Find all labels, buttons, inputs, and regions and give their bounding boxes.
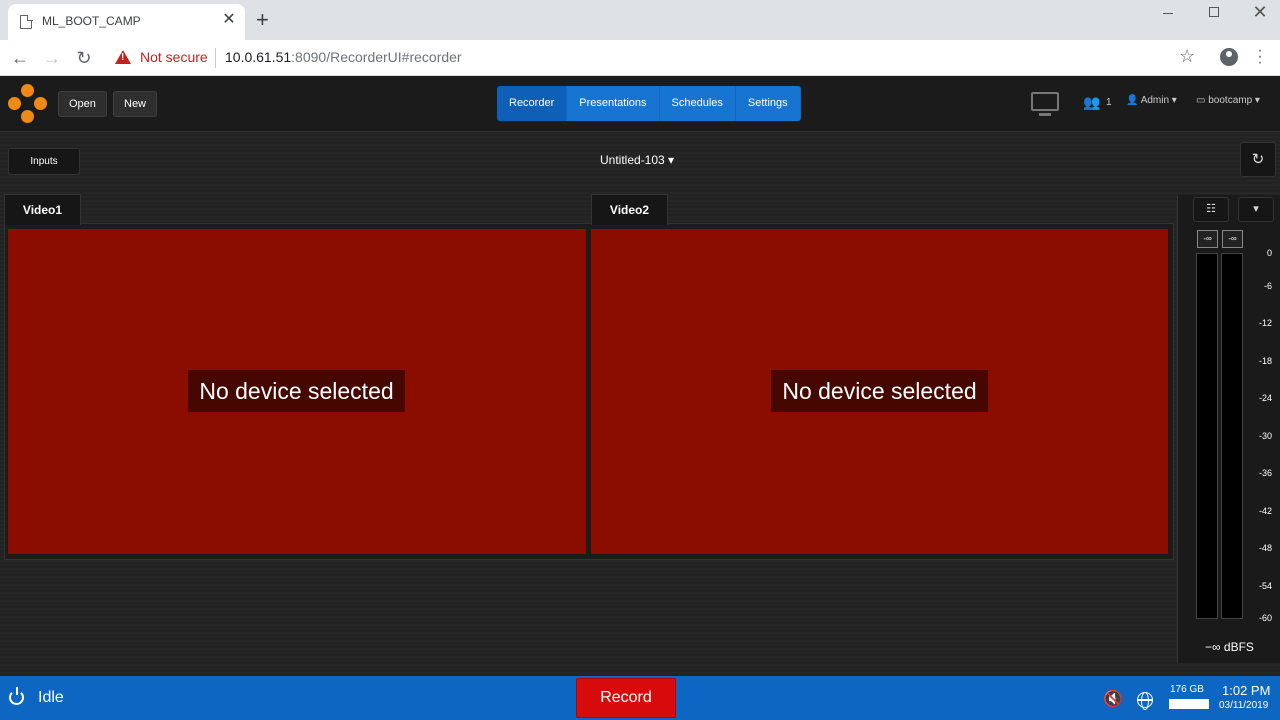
no-device-message: No device selected (771, 370, 988, 412)
video2-preview[interactable]: No device selected (591, 229, 1168, 554)
clock-date: 03/11/2019 (1219, 700, 1269, 711)
session-title-dropdown[interactable]: Untitled-103 ▾ (600, 153, 674, 167)
workspace-label: bootcamp ▾ (1208, 95, 1260, 106)
scale-tick: -24 (1258, 393, 1272, 403)
users-count[interactable]: 1 (1106, 97, 1112, 108)
tab-recorder[interactable]: Recorder (497, 86, 568, 121)
scale-tick: -12 (1258, 318, 1272, 328)
back-button[interactable]: ← (9, 47, 31, 69)
browser-tabstrip: ML_BOOT_CAMP ✕ + ✕ (0, 0, 1280, 40)
scale-tick: -54 (1258, 581, 1272, 591)
url-separator (215, 48, 216, 68)
scale-tick: -36 (1258, 468, 1272, 478)
peak-right: -∞ (1222, 230, 1243, 248)
user-label: Admin ▾ (1140, 95, 1177, 106)
app-logo (8, 84, 48, 124)
mute-icon[interactable]: 🔇 (1103, 689, 1123, 709)
monitor-icon[interactable] (1031, 92, 1059, 116)
audio-meter-panel: ☷ ▾ -∞ -∞ 0 -6 -12 -18 -24 -30 -36 -42 -… (1177, 195, 1280, 663)
refresh-button[interactable]: ↻ (1240, 142, 1276, 177)
workspace-menu[interactable]: ▭ bootcamp ▾ (1196, 95, 1260, 106)
tab-presentations[interactable]: Presentations (567, 86, 660, 121)
address-bar[interactable]: 10.0.61.51:8090/RecorderUI#recorder (225, 49, 462, 65)
users-icon[interactable]: 👥 (1083, 94, 1100, 111)
scale-tick: -30 (1258, 431, 1272, 441)
audio-dropdown-button[interactable]: ▾ (1238, 197, 1274, 222)
forward-button[interactable]: → (41, 47, 63, 69)
inputs-button[interactable]: Inputs (8, 148, 80, 175)
scale-tick: -48 (1258, 543, 1272, 553)
status-bar: Idle Record 🔇 176 GB 1:02 PM 03/11/2019 (0, 676, 1280, 720)
clock-time: 1:02 PM (1222, 683, 1271, 698)
globe-icon[interactable] (1137, 691, 1153, 710)
security-label[interactable]: Not secure (140, 49, 208, 65)
account-icon[interactable] (1220, 48, 1238, 66)
tab-schedules[interactable]: Schedules (659, 86, 736, 121)
tab-title: ML_BOOT_CAMP (42, 14, 141, 28)
maximize-button[interactable] (1191, 2, 1237, 30)
browser-menu-icon[interactable]: · · · (1254, 43, 1266, 71)
no-device-message: No device selected (188, 370, 405, 412)
browser-toolbar: ← → ↻ Not secure 10.0.61.51:8090/Recorde… (0, 40, 1280, 76)
tab-video2[interactable]: Video2 (591, 194, 668, 225)
scale-tick: 0 (1266, 248, 1272, 258)
scale-tick: -60 (1258, 613, 1272, 623)
record-button[interactable]: Record (576, 678, 676, 718)
power-icon[interactable] (9, 687, 24, 705)
reload-button[interactable]: ↻ (73, 47, 95, 69)
video1-preview[interactable]: No device selected (8, 229, 586, 554)
scale-tick: -6 (1263, 281, 1272, 291)
disk-usage-bar (1169, 699, 1209, 709)
close-tab-icon[interactable]: ✕ (221, 12, 237, 28)
new-button[interactable]: New (113, 91, 158, 117)
app-header: Open New Recorder Presentations Schedule… (0, 76, 1280, 132)
url-host: 10.0.61.51 (225, 49, 292, 65)
user-menu[interactable]: 👤 Admin ▾ (1126, 95, 1177, 106)
peak-left: -∞ (1197, 230, 1218, 248)
window-close-button[interactable]: ✕ (1237, 2, 1280, 30)
bookmark-star-icon[interactable]: ☆ (1179, 46, 1195, 67)
tab-video1[interactable]: Video1 (4, 194, 81, 225)
tab-settings[interactable]: Settings (735, 86, 801, 121)
scale-tick: -42 (1258, 506, 1272, 516)
recorder-workarea: Inputs Untitled-103 ▾ ↻ Video1 No device… (0, 133, 1280, 676)
minimize-button[interactable] (1145, 2, 1191, 30)
url-path: :8090/RecorderUI#recorder (291, 49, 462, 65)
main-nav: Recorder Presentations Schedules Setting… (497, 86, 801, 121)
open-button[interactable]: Open (58, 91, 107, 117)
recorder-state: Idle (38, 689, 64, 706)
new-tab-button[interactable]: + (256, 9, 269, 31)
scale-tick: -18 (1258, 356, 1272, 366)
warning-icon[interactable] (115, 50, 131, 64)
browser-tab[interactable]: ML_BOOT_CAMP ✕ (8, 4, 245, 40)
dbfs-readout: −∞ dBFS (1205, 640, 1254, 654)
page-icon (20, 14, 33, 29)
level-bar-right (1221, 253, 1243, 619)
disk-free-label: 176 GB (1170, 684, 1204, 695)
level-bar-left (1196, 253, 1218, 619)
audio-settings-button[interactable]: ☷ (1193, 197, 1229, 222)
